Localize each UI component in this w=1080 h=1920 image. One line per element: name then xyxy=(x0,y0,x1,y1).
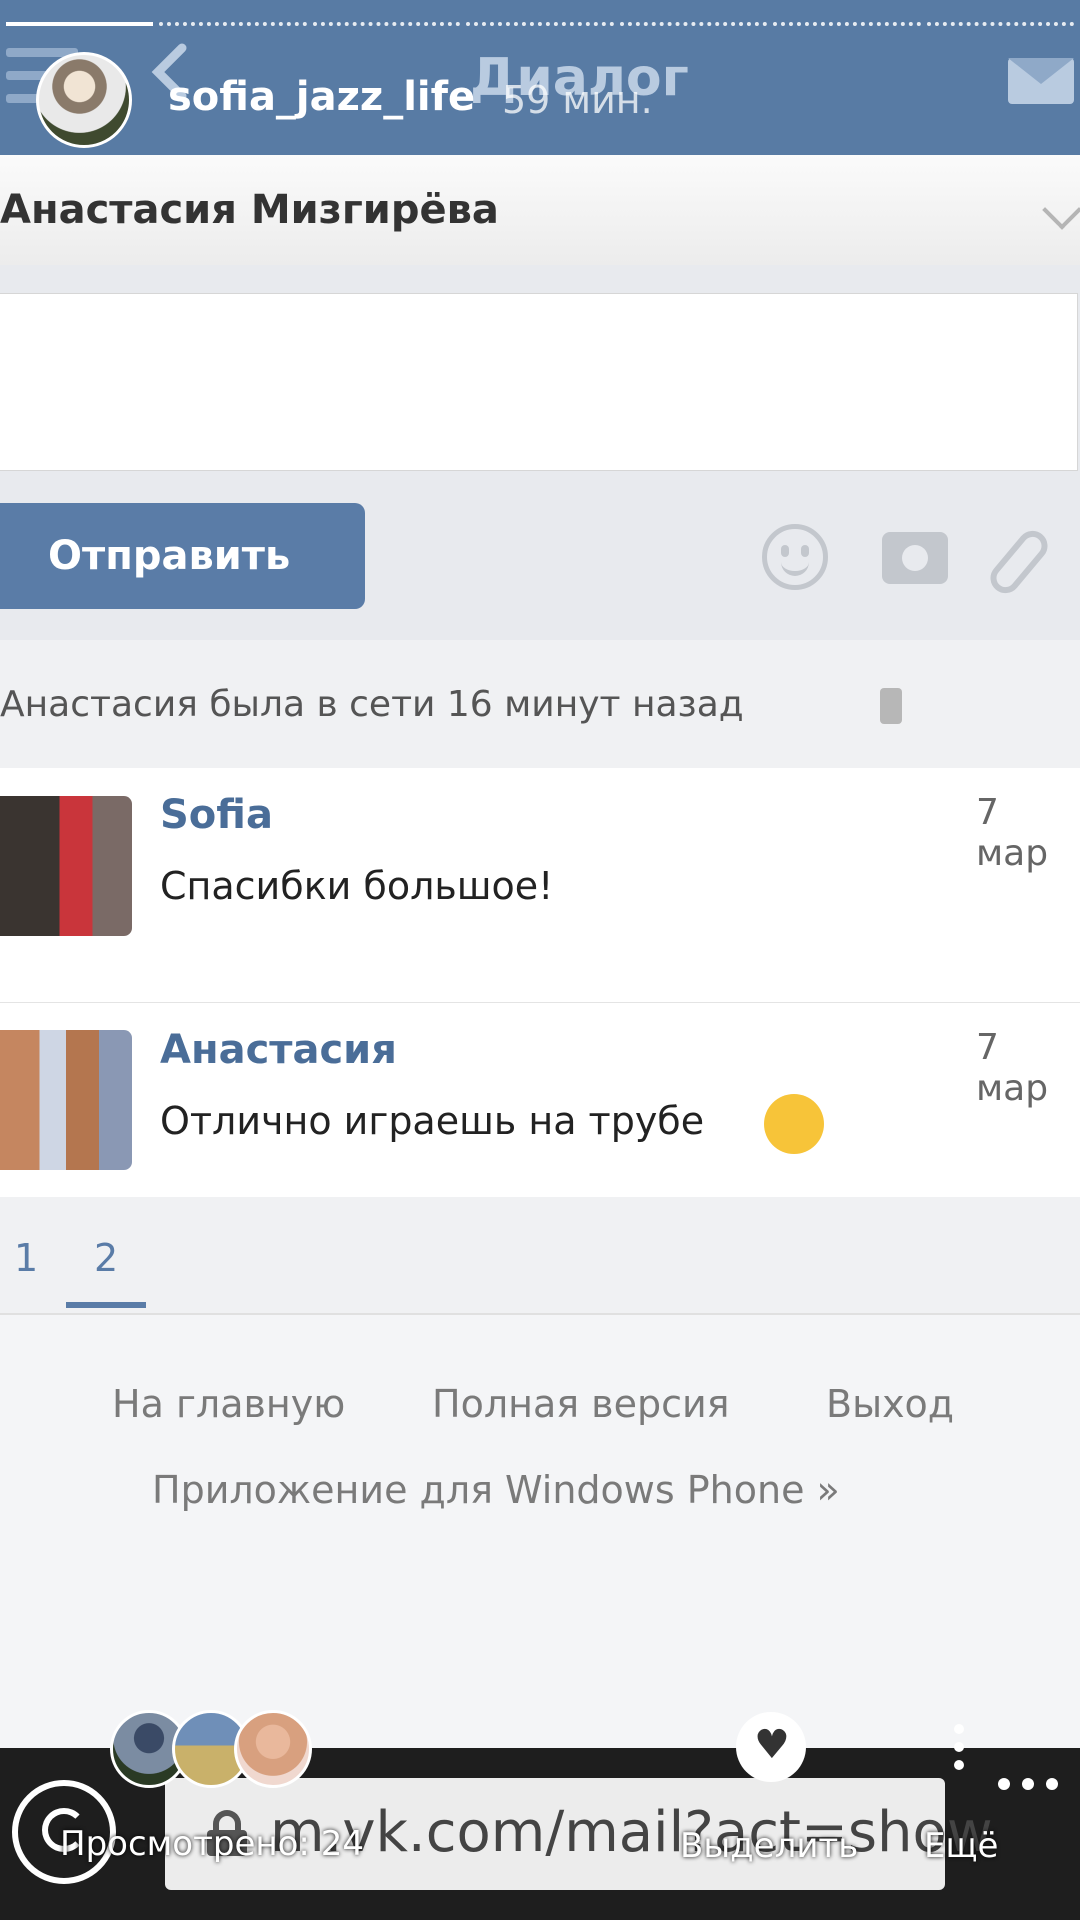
mobile-phone-icon xyxy=(880,688,902,724)
message-author[interactable]: Sofia xyxy=(160,792,273,838)
story-progress-segment xyxy=(466,22,614,30)
more-vertical-icon[interactable] xyxy=(954,1724,966,1774)
story-progress-segment xyxy=(773,22,921,30)
message-input[interactable] xyxy=(0,293,1078,471)
windows-phone-app-link[interactable]: Приложение для Windows Phone » xyxy=(152,1468,840,1512)
more-horizontal-icon xyxy=(998,1778,1062,1790)
home-link[interactable]: На главную xyxy=(112,1382,345,1426)
pagination xyxy=(0,1197,1080,1315)
message-text: Отлично играешь на трубе xyxy=(160,1099,705,1143)
page-link-2[interactable]: 2 xyxy=(94,1236,118,1280)
story-progress-segment xyxy=(6,22,154,30)
active-page-indicator xyxy=(66,1302,146,1308)
avatar[interactable] xyxy=(0,796,132,936)
story-progress-segment xyxy=(312,22,461,30)
logout-link[interactable]: Выход xyxy=(826,1382,954,1426)
message-author[interactable]: Анастасия xyxy=(160,1027,397,1073)
smile-icon[interactable] xyxy=(762,524,828,590)
story-avatar[interactable] xyxy=(36,52,132,148)
full-version-link[interactable]: Полная версия xyxy=(432,1382,730,1426)
recipient-name[interactable]: Анастасия Мизгирёва xyxy=(0,187,499,233)
story-progress xyxy=(0,22,1080,28)
story-progress-segment xyxy=(619,22,768,30)
message-date: 7 мар xyxy=(976,792,1049,874)
story-username[interactable]: sofia_jazz_life xyxy=(168,74,475,120)
page-link-1[interactable]: 1 xyxy=(14,1236,38,1280)
viewer-avatars[interactable] xyxy=(110,1710,320,1790)
highlight-heart-icon[interactable] xyxy=(736,1712,806,1782)
online-status: Анастасия была в сети 16 минут назад xyxy=(0,684,744,725)
story-time: 59 мин. xyxy=(502,78,653,122)
story-progress-segment xyxy=(926,22,1074,30)
wink-emoji-icon xyxy=(764,1094,824,1154)
send-button[interactable]: Отправить xyxy=(0,503,365,609)
mail-icon[interactable] xyxy=(1008,58,1074,104)
highlight-button[interactable]: Выделить xyxy=(680,1826,858,1866)
viewer-avatar xyxy=(234,1710,312,1788)
more-button[interactable]: Ещё xyxy=(924,1826,998,1866)
message-date: 7 мар xyxy=(976,1027,1049,1109)
message-text: Спасибки большое! xyxy=(160,864,554,908)
views-count[interactable]: Просмотрено: 24 xyxy=(60,1824,364,1864)
url-text: m.vk.com/mail?act=show xyxy=(270,1800,993,1865)
story-progress-segment xyxy=(159,22,307,30)
avatar[interactable] xyxy=(0,1030,132,1170)
camera-icon[interactable] xyxy=(882,532,948,584)
